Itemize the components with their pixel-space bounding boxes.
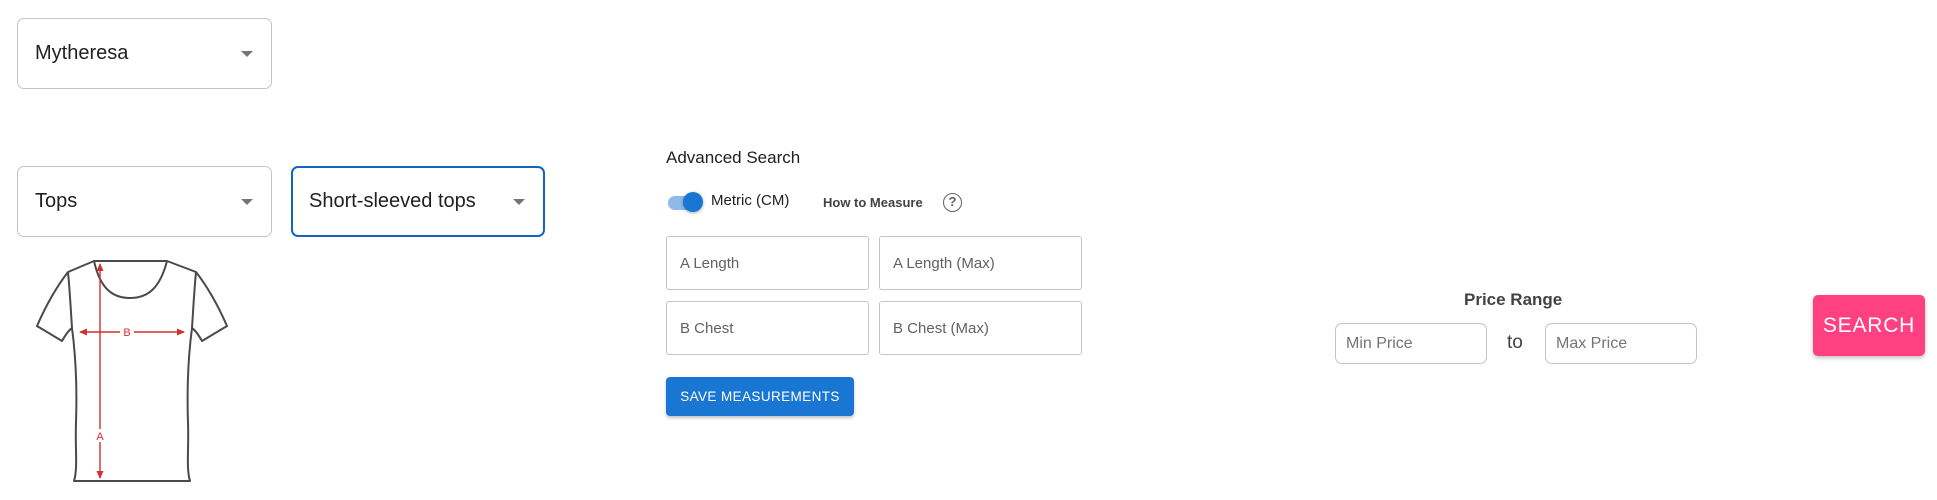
diagram-label-b: B <box>123 327 130 339</box>
subcategory-select-value: Short-sleeved tops <box>309 190 476 212</box>
save-measurements-button[interactable]: SAVE MEASUREMENTS <box>666 377 854 416</box>
price-to-label: to <box>1507 332 1523 353</box>
category-select-value: Tops <box>35 190 78 212</box>
max-price-input[interactable] <box>1545 323 1697 364</box>
search-button[interactable]: SEARCH <box>1813 295 1925 356</box>
advanced-search-title: Advanced Search <box>666 148 801 167</box>
help-icon[interactable]: ? <box>943 193 962 212</box>
b-chest-input[interactable] <box>666 301 869 355</box>
a-length-input[interactable] <box>666 236 869 290</box>
min-price-input[interactable] <box>1335 323 1487 364</box>
how-to-measure-link[interactable]: How to Measure <box>823 195 923 210</box>
toggle-thumb <box>683 192 703 212</box>
brand-select-value: Mytheresa <box>35 42 129 64</box>
chevron-down-icon <box>241 198 253 205</box>
metric-toggle[interactable] <box>666 191 704 213</box>
b-chest-max-input[interactable] <box>879 301 1082 355</box>
metric-toggle-label: Metric (CM) <box>711 192 790 209</box>
subcategory-select[interactable]: Short-sleeved tops <box>291 166 545 237</box>
chevron-down-icon <box>513 198 525 205</box>
price-range-title: Price Range <box>1464 290 1563 309</box>
diagram-label-a: A <box>96 431 104 443</box>
a-length-max-input[interactable] <box>879 236 1082 290</box>
category-select[interactable]: Tops <box>17 166 272 237</box>
tshirt-measurement-diagram-icon: B A <box>36 260 228 482</box>
chevron-down-icon <box>241 50 253 57</box>
brand-select[interactable]: Mytheresa <box>17 18 272 89</box>
